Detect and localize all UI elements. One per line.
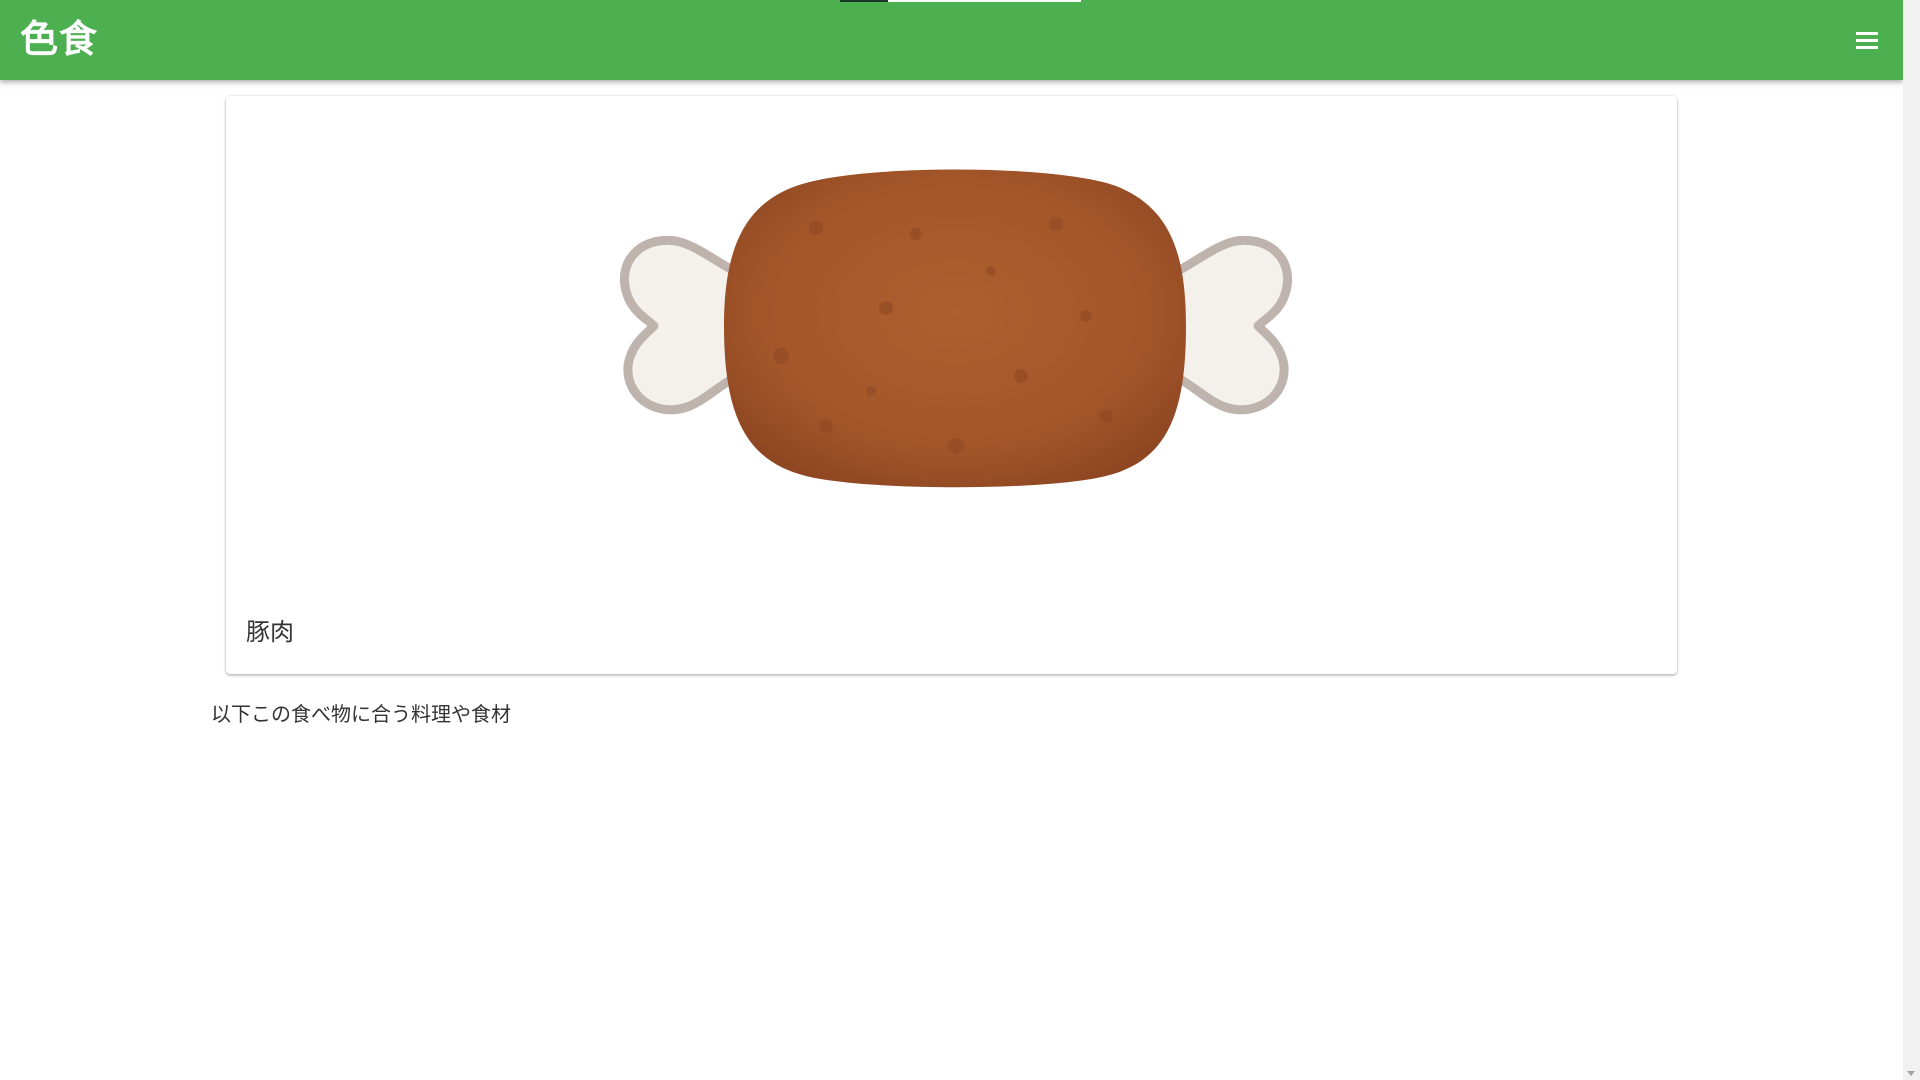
meat-on-bone-icon [620,169,1292,488]
food-name: 豚肉 [246,618,294,646]
food-card[interactable]: 豚肉 [226,96,1677,674]
recommendations-caption: 以下この食べ物に合う料理や食材 [211,702,511,726]
page-viewport: 色食 豚肉 以下この食べ物に合う料理や食材 [0,0,1903,1080]
menu-icon-bar [1856,46,1878,49]
vertical-scrollbar[interactable] [1903,0,1920,1080]
menu-icon-bar [1856,32,1878,35]
meat-on-bone-image [606,146,1306,506]
progress-indicator-track [888,0,1081,2]
menu-icon-bar [1856,39,1878,42]
app-bar: 色食 [0,0,1903,80]
scroll-down-arrow-icon[interactable] [1907,1071,1915,1076]
progress-indicator [840,0,888,2]
hamburger-menu-icon[interactable] [1848,22,1884,58]
app-title[interactable]: 色食 [20,13,98,65]
